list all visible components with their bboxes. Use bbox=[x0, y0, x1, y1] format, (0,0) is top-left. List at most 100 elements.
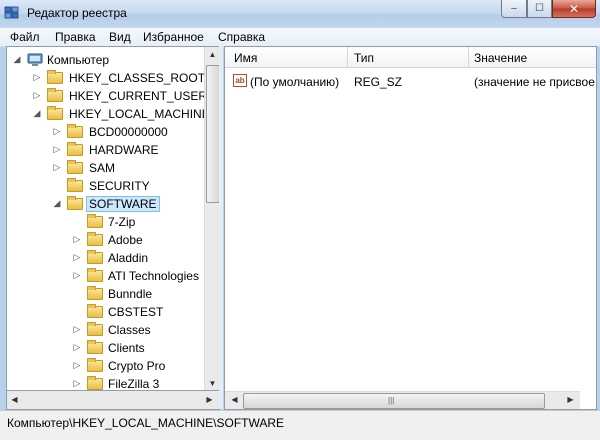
tree-label: SECURITY bbox=[89, 179, 150, 193]
folder-icon bbox=[47, 88, 63, 102]
expand-arrow-icon[interactable]: ▷ bbox=[72, 342, 82, 353]
folder-icon bbox=[87, 322, 103, 336]
tree-item-ati[interactable]: ▷ ATI Technologies bbox=[7, 267, 203, 285]
collapse-arrow-icon[interactable]: ◢ bbox=[12, 54, 22, 65]
collapse-arrow-icon[interactable]: ◢ bbox=[32, 108, 42, 119]
folder-open-icon bbox=[67, 196, 83, 210]
expand-arrow-icon[interactable]: ▷ bbox=[72, 252, 82, 263]
folder-icon bbox=[87, 268, 103, 282]
maximize-button[interactable]: ☐ bbox=[527, 0, 552, 18]
tree-item-bunndle[interactable]: Bunndle bbox=[7, 285, 203, 303]
expand-arrow-icon[interactable]: ▷ bbox=[72, 324, 82, 335]
column-header-type[interactable]: Тип bbox=[354, 51, 374, 65]
tree-vertical-scrollbar[interactable]: ▲ ▼ bbox=[204, 47, 219, 391]
folder-open-icon bbox=[47, 106, 63, 120]
tree-item-hardware[interactable]: ▷ HARDWARE bbox=[7, 141, 203, 159]
expand-arrow-icon[interactable]: ▷ bbox=[32, 72, 42, 83]
tree-item-classes[interactable]: ▷ Classes bbox=[7, 321, 203, 339]
tree-item-sam[interactable]: ▷ SAM bbox=[7, 159, 203, 177]
tree-item-hkey-current-user[interactable]: ▷ HKEY_CURRENT_USER bbox=[7, 87, 207, 105]
tree-label: SAM bbox=[89, 161, 116, 175]
tree-label: Classes bbox=[108, 323, 151, 337]
pane-splitter[interactable] bbox=[219, 46, 223, 409]
tree-label: 7-Zip bbox=[108, 215, 136, 229]
tree-item-cbstest[interactable]: CBSTEST bbox=[7, 303, 203, 321]
registry-tree[interactable]: ◢ Компьютер ▷ HKEY_CLASSES_ROOT ▷ HKEY_C… bbox=[6, 46, 220, 392]
tree-item-adobe[interactable]: ▷ Adobe bbox=[7, 231, 203, 249]
menu-bar: Файл Правка Вид Избранное Справка bbox=[0, 28, 600, 47]
folder-icon bbox=[67, 124, 83, 138]
tree-label-selected: SOFTWARE bbox=[86, 196, 160, 212]
column-divider[interactable] bbox=[347, 47, 348, 67]
tree-label: FileZilla 3 bbox=[108, 377, 160, 391]
scroll-left-arrow-icon[interactable]: ◀ bbox=[7, 395, 22, 404]
menu-edit[interactable]: Правка bbox=[55, 30, 96, 44]
title-bar: Редактор реестра – ☐ ✕ bbox=[0, 0, 600, 28]
menu-file[interactable]: Файл bbox=[10, 30, 40, 44]
tree-label: Bunndle bbox=[108, 287, 153, 301]
collapse-arrow-icon[interactable]: ◢ bbox=[52, 198, 62, 209]
values-list[interactable]: Имя Тип Значение ab (По умолчанию) REG_S… bbox=[224, 46, 597, 410]
expand-arrow-icon[interactable]: ▷ bbox=[52, 126, 62, 137]
expand-arrow-icon[interactable]: ▷ bbox=[52, 144, 62, 155]
expand-arrow-icon[interactable]: ▷ bbox=[72, 360, 82, 371]
regedit-icon bbox=[4, 6, 19, 19]
tree-label: HKEY_CLASSES_ROOT bbox=[69, 71, 206, 85]
tree-label-computer: Компьютер bbox=[47, 53, 110, 67]
tree-label: HARDWARE bbox=[89, 143, 159, 157]
tree-item-security[interactable]: SECURITY bbox=[7, 177, 203, 195]
string-value-icon: ab bbox=[233, 74, 247, 87]
minimize-button[interactable]: – bbox=[501, 0, 527, 18]
expand-arrow-icon[interactable]: ▷ bbox=[72, 378, 82, 389]
tree-label: Adobe bbox=[108, 233, 143, 247]
menu-favorites[interactable]: Избранное bbox=[143, 30, 204, 44]
scroll-right-arrow-icon[interactable]: ▶ bbox=[202, 395, 217, 404]
expand-arrow-icon[interactable]: ▷ bbox=[52, 162, 62, 173]
status-bar: Компьютер\HKEY_LOCAL_MACHINE\SOFTWARE bbox=[0, 410, 600, 440]
tree-horizontal-scrollbar[interactable]: ◀ ▶ bbox=[6, 390, 220, 410]
list-header: Имя Тип Значение bbox=[225, 47, 596, 68]
tree-item-7zip[interactable]: 7-Zip bbox=[7, 213, 203, 231]
tree-item-hkey-classes-root[interactable]: ▷ HKEY_CLASSES_ROOT bbox=[7, 69, 206, 87]
folder-icon bbox=[87, 340, 103, 354]
tree-label: Aladdin bbox=[108, 251, 149, 265]
tree-label: CBSTEST bbox=[108, 305, 164, 319]
folder-icon bbox=[67, 178, 83, 192]
scroll-up-arrow-icon[interactable]: ▲ bbox=[205, 50, 219, 59]
menu-view[interactable]: Вид bbox=[109, 30, 131, 44]
tree-label: ATI Technologies bbox=[108, 269, 199, 283]
tree-item-clients[interactable]: ▷ Clients bbox=[7, 339, 203, 357]
expand-arrow-icon[interactable]: ▷ bbox=[72, 270, 82, 281]
expand-arrow-icon[interactable]: ▷ bbox=[72, 234, 82, 245]
column-header-value[interactable]: Значение bbox=[474, 51, 527, 65]
tree-item-hkey-local-machine[interactable]: ◢ HKEY_LOCAL_MACHINE bbox=[7, 105, 210, 123]
tree-item-aladdin[interactable]: ▷ Aladdin bbox=[7, 249, 203, 267]
scroll-thumb[interactable]: ||| bbox=[243, 393, 545, 409]
folder-icon bbox=[87, 286, 103, 300]
folder-icon bbox=[47, 70, 63, 84]
column-divider[interactable] bbox=[468, 47, 469, 67]
tree-label: HKEY_CURRENT_USER bbox=[69, 89, 208, 103]
folder-icon bbox=[87, 358, 103, 372]
tree-item-bcd[interactable]: ▷ BCD00000000 bbox=[7, 123, 203, 141]
value-row[interactable]: ab (По умолчанию) REG_SZ (значение не пр… bbox=[225, 72, 596, 90]
scroll-thumb[interactable] bbox=[206, 65, 219, 203]
grip-icon: ||| bbox=[388, 396, 395, 405]
tree-label: HKEY_LOCAL_MACHINE bbox=[69, 107, 210, 121]
tree-item-computer[interactable]: ◢ Компьютер bbox=[7, 51, 203, 69]
close-button[interactable]: ✕ bbox=[552, 0, 596, 18]
folder-icon bbox=[67, 142, 83, 156]
folder-icon bbox=[87, 232, 103, 246]
tree-item-software[interactable]: ◢ SOFTWARE bbox=[7, 195, 203, 213]
menu-help[interactable]: Справка bbox=[218, 30, 265, 44]
scroll-right-arrow-icon[interactable]: ▶ bbox=[563, 395, 578, 404]
expand-arrow-icon[interactable]: ▷ bbox=[32, 90, 42, 101]
scroll-down-arrow-icon[interactable]: ▼ bbox=[205, 379, 219, 388]
status-path: Компьютер\HKEY_LOCAL_MACHINE\SOFTWARE bbox=[7, 416, 285, 430]
folder-icon bbox=[87, 250, 103, 264]
values-horizontal-scrollbar[interactable]: ◀ ||| ▶ bbox=[225, 391, 580, 409]
scroll-left-arrow-icon[interactable]: ◀ bbox=[227, 395, 242, 404]
value-data: (значение не присвое bbox=[474, 75, 595, 89]
column-header-name[interactable]: Имя bbox=[234, 51, 257, 65]
tree-item-crypto-pro[interactable]: ▷ Crypto Pro bbox=[7, 357, 203, 375]
